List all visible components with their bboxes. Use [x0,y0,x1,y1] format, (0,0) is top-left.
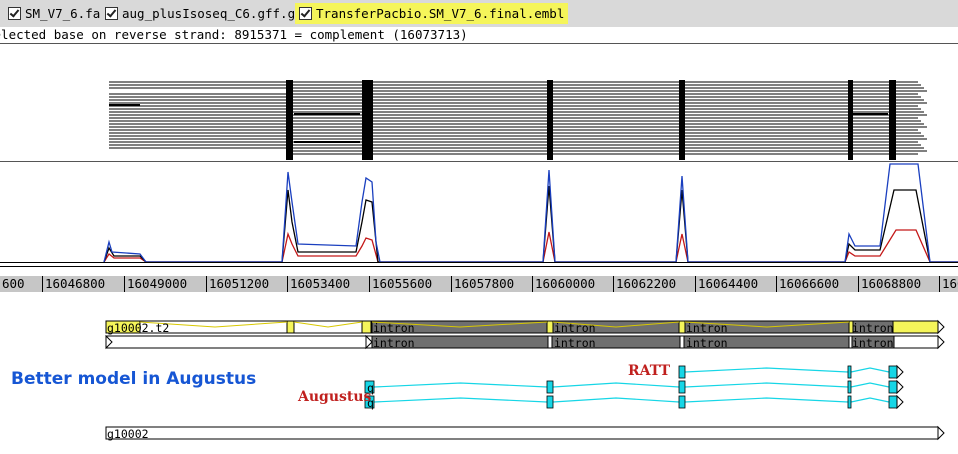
strand-arrow-icon [937,334,945,350]
model-intron-line [552,382,680,388]
model-exon [847,380,852,394]
model-intron-line [684,382,849,388]
ruler-tick: 16064400 [695,276,758,292]
model-intron-line [552,397,680,403]
ruler-tick: 16068800 [858,276,921,292]
ruler-tick: 16049000 [124,276,187,292]
tab-label: aug_plusIsoseq_C6.gff.gz [122,6,303,21]
model-exon [678,365,686,379]
strand-arrow-icon [896,394,904,410]
exon-yellow[interactable] [892,320,939,334]
ruler-tick: 16066600 [776,276,839,292]
augustus-label: Augustus [298,389,372,405]
model-exon [678,395,686,409]
read-gap [109,90,287,92]
read-pileup-track[interactable] [0,44,958,162]
coverage-baseline [0,262,958,263]
exon-yellow[interactable] [286,320,295,334]
checkbox-icon[interactable] [8,7,21,20]
coordinate-ruler[interactable]: 600 16046800 16049000 16051200 16053400 … [0,276,958,292]
strand-arrow-icon [937,319,945,335]
gene-label-bottom: g10002 [107,427,149,441]
read-exon-block [889,80,896,160]
read-exon-block [286,80,293,160]
model-exon [847,365,852,379]
checkbox-icon[interactable] [299,7,312,20]
model-intron-line [373,397,548,403]
ratt-label: RATT [628,363,671,379]
ruler-tick: 160 [939,276,958,292]
annotation-note: Better model in Augustus [11,369,257,389]
divider [0,266,958,267]
model-intron-line [684,397,849,403]
model-intron-line [850,397,890,403]
intron-label: intron [852,336,894,350]
ruler-tick: 16062200 [613,276,676,292]
strand-arrow-icon [896,379,904,395]
intron-label: intron [554,336,596,350]
tab-aug-plus-isoseq[interactable]: aug_plusIsoseq_C6.gff.gz [101,3,303,24]
ruler-tick: 16060000 [532,276,595,292]
tab-sm-v7-6-fa[interactable]: SM_V7_6.fa [4,3,100,24]
coverage-blue-line [103,163,958,263]
model-exon [546,380,554,394]
tab-label: TransferPacbio.SM_V7_6.final.embl [316,6,565,21]
read-exon-block [362,80,373,160]
model-exon [847,395,852,409]
exon-yellow[interactable] [361,320,372,334]
strand-arrow-icon [937,425,945,441]
exon-yellow[interactable] [546,320,554,334]
model-intron-line [373,382,548,388]
model-exon [888,365,898,379]
intron-label: intron [686,336,728,350]
intron-label: intron [852,321,894,335]
coverage-red-line [103,229,958,263]
model-exon [678,380,686,394]
ruler-tick: 600 [0,276,25,292]
model-intron-line [850,367,890,373]
read-exon-block [679,80,685,160]
intron-label: intron [373,321,415,335]
read-exon-block [848,80,853,160]
ruler-tick: 16057800 [451,276,514,292]
ruler-tick: 16055600 [369,276,432,292]
ruler-tick: 16051200 [206,276,269,292]
tab-transfer-pacbio[interactable]: TransferPacbio.SM_V7_6.final.embl [295,3,569,24]
model-exon [888,395,898,409]
ruler-tick: 16046800 [42,276,105,292]
status-text: Selected base on reverse strand: 8915371… [0,27,468,42]
intron-label: intron [686,321,728,335]
gene-label-top: g10002.t2 [107,321,170,335]
intron-label: intron [373,336,415,350]
exon-yellow[interactable] [678,320,686,334]
gene-feature-bottom[interactable] [105,426,939,440]
ruler-tick: 16053400 [287,276,350,292]
coverage-plot[interactable] [0,162,958,272]
tab-label: SM_V7_6.fa [25,6,101,21]
model-exon [546,395,554,409]
strand-arrow-icon [896,364,904,380]
coverage-black-line [103,185,958,263]
model-exon [888,380,898,394]
tab-bar: SM_V7_6.fa aug_plusIsoseq_C6.gff.gz Tran… [0,0,958,27]
selection-status: Selected base on reverse strand: 8915371… [0,27,958,43]
read-exon-block [547,80,553,160]
model-intron-line [850,382,890,388]
checkbox-icon[interactable] [105,7,118,20]
intron-label: intron [554,321,596,335]
model-intron-line [684,367,849,373]
